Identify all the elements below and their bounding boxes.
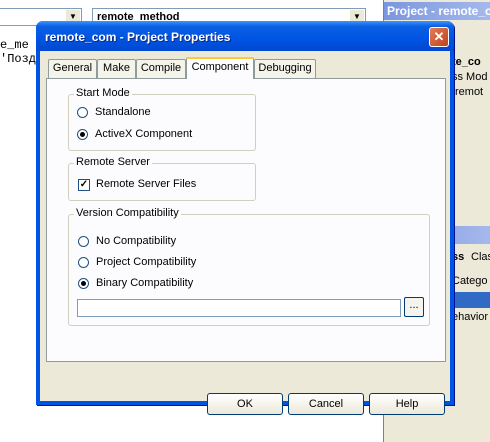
tab-debugging[interactable]: Debugging bbox=[254, 59, 316, 78]
start-mode-group: Start Mode Standalone ActiveX Component bbox=[68, 87, 256, 151]
project-properties-dialog: remote_com - Project Properties ✕ Genera… bbox=[36, 21, 454, 415]
code-line: 'Позд bbox=[0, 52, 37, 66]
dialog-title: remote_com - Project Properties bbox=[45, 30, 231, 44]
properties-object-type: Clas bbox=[471, 251, 490, 263]
remote-server-label: Remote Server bbox=[74, 156, 152, 168]
dialog-titlebar[interactable]: remote_com - Project Properties ✕ bbox=[36, 21, 454, 51]
tab-component[interactable]: Component bbox=[186, 57, 254, 79]
close-button[interactable]: ✕ bbox=[429, 27, 449, 47]
remote-server-group: Remote Server ✓ Remote Server Files bbox=[68, 156, 256, 201]
code-line: e_me bbox=[0, 38, 29, 52]
standalone-label: Standalone bbox=[95, 106, 151, 118]
compatible-component-path-input[interactable] bbox=[77, 299, 401, 317]
project-tree-root[interactable]: te_co bbox=[452, 56, 481, 68]
properties-tab-categorized[interactable]: Catego bbox=[452, 275, 487, 287]
ok-button[interactable]: OK bbox=[207, 393, 283, 415]
project-tree-folder[interactable]: ss Mod bbox=[452, 71, 487, 83]
component-tab-panel: Start Mode Standalone ActiveX Component … bbox=[46, 78, 446, 362]
close-icon: ✕ bbox=[433, 29, 445, 44]
tab-compile[interactable]: Compile bbox=[136, 59, 186, 78]
binary-compatibility-radio[interactable] bbox=[78, 278, 89, 289]
project-compatibility-radio[interactable] bbox=[78, 257, 89, 268]
properties-selected-row[interactable] bbox=[452, 292, 490, 308]
activex-component-radio[interactable] bbox=[77, 129, 88, 140]
properties-row[interactable]: ehavior bbox=[452, 311, 488, 323]
browse-button[interactable]: ... bbox=[404, 297, 424, 317]
activex-component-label: ActiveX Component bbox=[95, 128, 193, 140]
no-compatibility-radio[interactable] bbox=[78, 236, 89, 247]
remote-server-files-checkbox[interactable]: ✓ bbox=[78, 179, 90, 191]
project-compatibility-label: Project Compatibility bbox=[96, 256, 197, 268]
start-mode-label: Start Mode bbox=[74, 87, 132, 99]
remote-server-files-label: Remote Server Files bbox=[96, 178, 197, 190]
cancel-button[interactable]: Cancel bbox=[288, 393, 364, 415]
version-compatibility-group: Version Compatibility No Compatibility P… bbox=[68, 207, 430, 326]
tab-make[interactable]: Make bbox=[97, 59, 136, 78]
help-button[interactable]: Help bbox=[369, 393, 445, 415]
no-compatibility-label: No Compatibility bbox=[96, 235, 177, 247]
version-compatibility-label: Version Compatibility bbox=[74, 207, 181, 219]
project-tree-item[interactable]: remot bbox=[455, 86, 483, 98]
binary-compatibility-label: Binary Compatibility bbox=[96, 277, 194, 289]
project-explorer-title: Project - remote_c bbox=[384, 2, 490, 20]
tab-general[interactable]: General bbox=[48, 59, 97, 78]
standalone-radio[interactable] bbox=[77, 107, 88, 118]
dialog-client: General Make Compile Component Debugging… bbox=[40, 51, 450, 415]
